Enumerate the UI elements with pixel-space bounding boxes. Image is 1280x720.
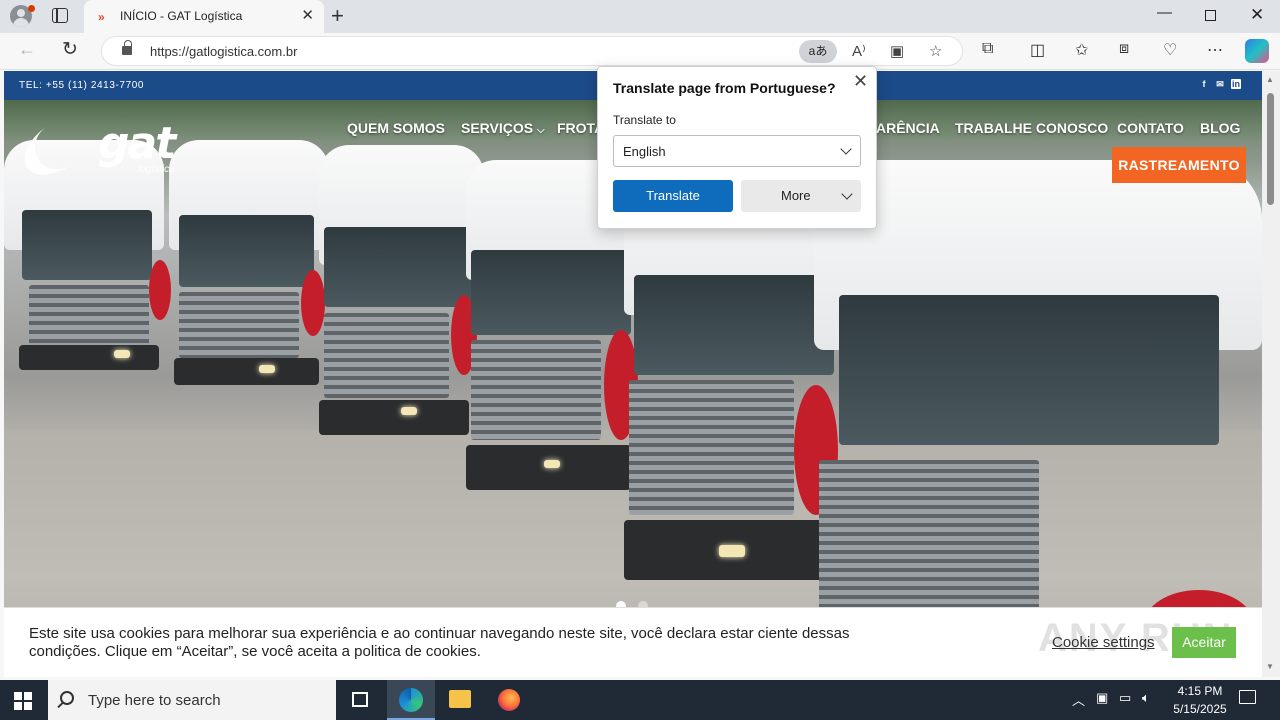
nav-blog[interactable]: BLOG (1200, 120, 1240, 136)
copilot-icon[interactable] (1245, 39, 1269, 63)
windows-start-icon[interactable] (14, 692, 32, 710)
tab-title: INÍCIO - GAT Logística (120, 9, 243, 23)
immersive-reader-icon[interactable]: ▣ (890, 42, 904, 60)
translate-popup-title: Translate page from Portuguese? (613, 80, 836, 96)
back-icon[interactable]: ← (18, 39, 36, 60)
scroll-down-icon[interactable]: ▼ (1266, 662, 1274, 671)
cookie-settings-link[interactable]: Cookie settings (1052, 634, 1155, 651)
minimize-icon[interactable]: — (1157, 4, 1172, 21)
truck-image (319, 145, 484, 435)
more-button-label: More (781, 188, 811, 203)
read-aloud-icon[interactable]: A⁾ (852, 42, 866, 60)
cookie-accept-button[interactable]: Aceitar (1172, 627, 1236, 658)
language-select[interactable]: English (613, 135, 861, 167)
chevron-down-icon: ⌵ (537, 125, 545, 136)
close-icon[interactable]: ✕ (853, 71, 868, 92)
volume-icon[interactable]: 🔈︎ (1142, 690, 1150, 706)
tab-close-icon[interactable]: ✕ (301, 8, 314, 24)
window-close-icon[interactable]: ✕ (1250, 5, 1264, 25)
browser-titlebar: » INÍCIO - GAT Logística ✕ + — ✕ (0, 0, 1280, 33)
address-bar[interactable]: https://gatlogistica.com.br aあ A⁾ ▣ ☆ (101, 36, 963, 66)
clock-date[interactable]: 5/15/2025 (1165, 702, 1235, 716)
more-options-icon[interactable]: ⋯ (1207, 40, 1223, 60)
logo-subtext: logística (138, 164, 175, 175)
file-explorer-icon[interactable] (449, 690, 471, 708)
browser-essentials-icon[interactable]: ♡ (1163, 40, 1177, 60)
gat-favicon-icon: » (98, 10, 104, 24)
truck-image (624, 175, 844, 580)
collections-icon[interactable]: ⧈ (1119, 40, 1129, 58)
split-screen-icon[interactable]: ◫ (1030, 40, 1045, 60)
taskbar-search[interactable]: Type here to search (48, 680, 336, 720)
truck-image (814, 160, 1262, 677)
logo-text: gat (98, 118, 176, 169)
edge-icon (399, 688, 423, 712)
page-scrollbar[interactable]: ▲ ▼ (1262, 71, 1280, 677)
windows-taskbar: Type here to search (0, 680, 1280, 720)
phone-number[interactable]: TEL: +55 (11) 2413-7700 (19, 80, 144, 91)
translate-popup: Translate page from Portuguese? ✕ Transl… (597, 66, 877, 229)
language-select-value: English (623, 144, 666, 159)
restore-icon[interactable] (1205, 10, 1216, 21)
nav-servicos-label: SERVIÇOS (461, 120, 534, 136)
firefox-icon[interactable] (498, 689, 520, 711)
translate-to-label: Translate to (613, 113, 676, 127)
lock-icon[interactable] (122, 40, 132, 55)
tray-chevron-up-icon[interactable]: ︿ (1072, 690, 1085, 709)
favorites-icon[interactable]: ✩ (1075, 40, 1088, 60)
more-button[interactable]: More (741, 180, 861, 212)
favorite-star-icon[interactable]: ☆ (929, 42, 942, 60)
email-icon[interactable]: ✉ (1215, 79, 1225, 89)
task-view-icon[interactable] (352, 692, 368, 707)
translate-icon[interactable]: aあ (799, 40, 837, 63)
scroll-up-icon[interactable]: ▲ (1266, 75, 1274, 84)
extensions-icon[interactable]: ⧉ (982, 40, 993, 58)
nav-trabalhe-conosco[interactable]: TRABALHE CONOSCO (955, 120, 1108, 136)
nav-servicos[interactable]: SERVIÇOS ⌵ (461, 120, 545, 136)
scrollbar-thumb[interactable] (1267, 93, 1274, 205)
rastreamento-button[interactable]: RASTREAMENTO (1112, 147, 1246, 183)
chevron-down-icon (841, 188, 853, 200)
new-tab-icon[interactable]: + (331, 4, 344, 28)
cookie-text: Este site usa cookies para melhorar sua … (29, 625, 850, 660)
tab-actions-icon[interactable] (52, 8, 68, 23)
nav-quem-somos[interactable]: QUEM SOMOS (347, 120, 445, 136)
search-icon (60, 691, 74, 705)
profile-notification-dot (28, 5, 35, 12)
browser-toolbar: ← ↻ https://gatlogistica.com.br aあ A⁾ ▣ … (0, 33, 1280, 70)
network-icon[interactable]: ▭ (1119, 690, 1131, 706)
nav-contato[interactable]: CONTATO (1117, 120, 1184, 136)
chevron-down-icon (840, 143, 852, 155)
nav-transparencia[interactable]: ARÊNCIA (876, 120, 940, 136)
browser-tab[interactable]: » INÍCIO - GAT Logística ✕ (84, 0, 324, 33)
taskbar-search-placeholder: Type here to search (88, 692, 221, 709)
edge-taskbar-app[interactable] (387, 680, 435, 720)
refresh-icon[interactable]: ↻ (62, 38, 78, 61)
url-text[interactable]: https://gatlogistica.com.br (150, 44, 297, 59)
notifications-icon[interactable] (1239, 690, 1256, 704)
linkedin-icon[interactable]: in (1231, 79, 1241, 89)
translate-button[interactable]: Translate (613, 180, 733, 212)
cookie-banner: Este site usa cookies para melhorar sua … (4, 607, 1262, 677)
gat-logo[interactable]: gat logística (14, 103, 190, 187)
clock-time[interactable]: 4:15 PM (1175, 684, 1225, 698)
tray-device-icon[interactable]: ▣ (1096, 690, 1108, 706)
facebook-icon[interactable]: f (1199, 79, 1209, 89)
truck-image (169, 140, 329, 385)
